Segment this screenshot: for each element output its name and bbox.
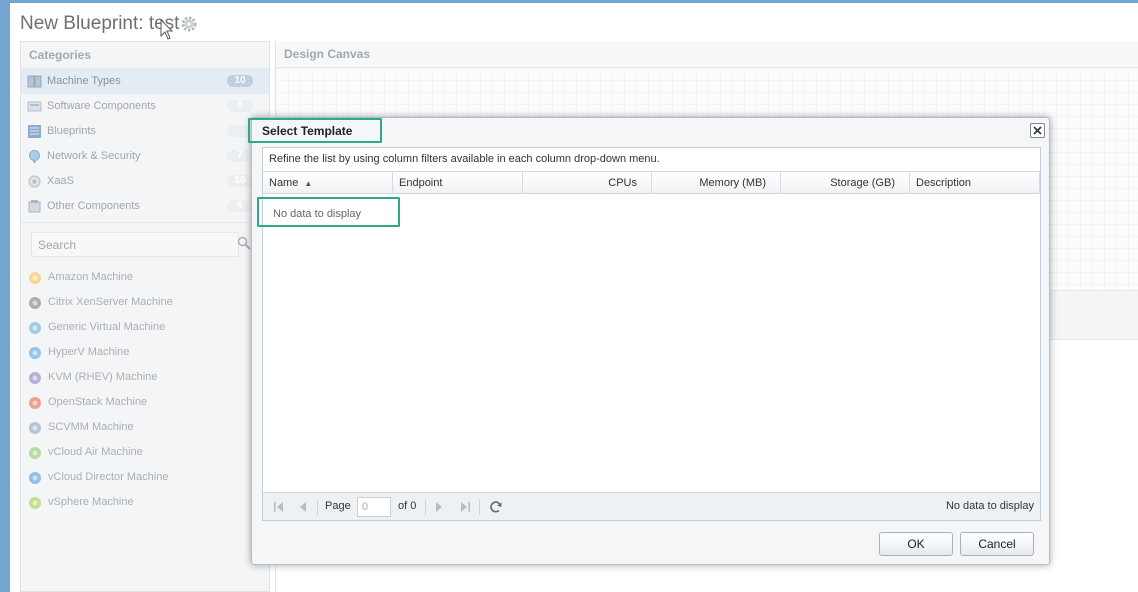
pagination-bar: Page of 0 No data to display — [263, 492, 1040, 520]
highlight-box-empty-message — [257, 197, 400, 227]
page-count-label: of 0 — [398, 500, 417, 512]
column-endpoint[interactable]: Endpoint — [393, 172, 523, 194]
cancel-button[interactable]: Cancel — [960, 532, 1034, 556]
pager-separator — [425, 499, 426, 515]
refresh-icon[interactable] — [489, 500, 503, 514]
next-page-icon[interactable] — [433, 501, 445, 513]
close-icon[interactable] — [1030, 123, 1045, 138]
page-number-input[interactable] — [357, 497, 391, 517]
column-name[interactable]: Name ▲ — [263, 172, 393, 194]
highlight-box-dialog-title — [248, 118, 382, 143]
grid-hint: Refine the list by using column filters … — [269, 153, 660, 165]
column-description[interactable]: Description — [910, 172, 1040, 194]
pager-separator — [317, 499, 318, 515]
column-cpus[interactable]: CPUs — [523, 172, 652, 194]
pager-status: No data to display — [945, 500, 1034, 512]
select-template-dialog: Select Template Refine the list by using… — [251, 117, 1050, 565]
pager-separator — [479, 499, 480, 515]
grid-header: Name ▲ Endpoint CPUs Memory (MB) Storage… — [263, 171, 1040, 194]
first-page-icon[interactable] — [273, 501, 285, 513]
ok-button[interactable]: OK — [879, 532, 953, 556]
previous-page-icon[interactable] — [297, 501, 309, 513]
last-page-icon[interactable] — [459, 501, 471, 513]
column-memory[interactable]: Memory (MB) — [652, 172, 781, 194]
page-label: Page — [325, 500, 351, 512]
column-storage[interactable]: Storage (GB) — [781, 172, 910, 194]
column-name-label: Name — [269, 177, 299, 189]
sort-ascending-icon: ▲ — [304, 179, 313, 188]
